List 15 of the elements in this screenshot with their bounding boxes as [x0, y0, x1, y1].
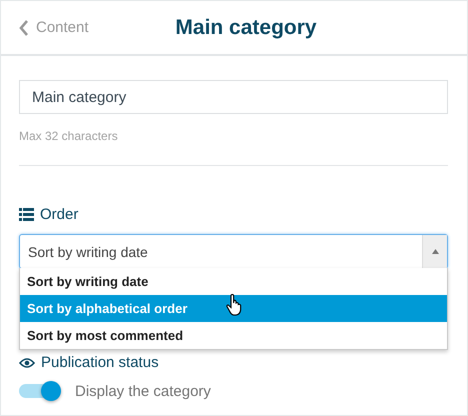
caret-icon [432, 249, 438, 254]
order-select[interactable]: Sort by writing date [19, 234, 448, 269]
dropdown-option[interactable]: Sort by most commented [20, 322, 447, 349]
toggle-label: Display the category [75, 382, 211, 400]
hint-text: Max 32 characters [19, 129, 119, 143]
dropdown-option[interactable]: Sort by writing date [20, 268, 447, 295]
chevron-left-icon [18, 18, 29, 36]
section-label: Publication status [41, 354, 159, 371]
name-field[interactable]: Main category [19, 80, 448, 114]
eye-icon [19, 356, 35, 368]
list-icon [19, 208, 34, 221]
toggle-switch[interactable] [19, 381, 63, 401]
section-label: Order [40, 206, 78, 223]
hand-cursor-icon [226, 294, 244, 316]
page-title: Main category [175, 16, 317, 40]
